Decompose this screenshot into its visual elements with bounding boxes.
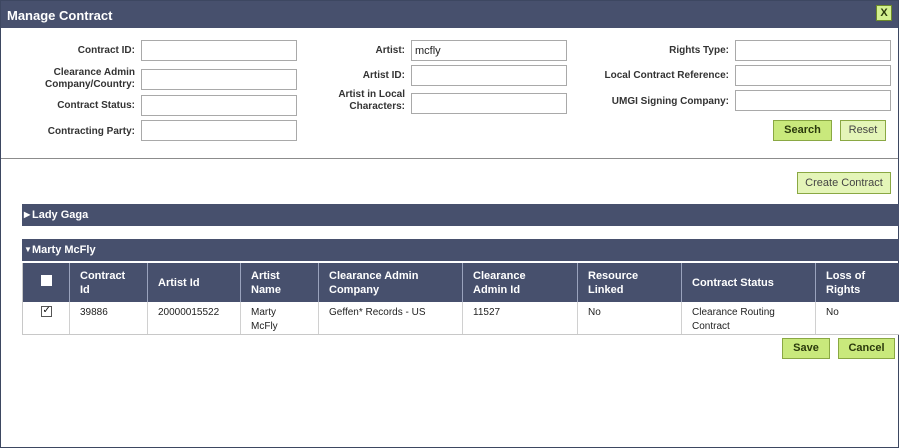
contracting-party-label: Contracting Party:	[47, 126, 135, 137]
contract-id-label: Contract ID:	[77, 45, 135, 56]
rights-type-label: Rights Type:	[669, 45, 729, 56]
cell-clearance-admin-id: 11527	[462, 302, 578, 335]
row-select-cell: ✓	[22, 302, 70, 335]
cell-clearance-admin-company: Geffen* Records - US	[318, 302, 463, 335]
cell-artist-name: Marty McFly	[240, 302, 319, 335]
artist-local-label-line1: Artist in Local	[338, 89, 405, 100]
contract-status-label: Contract Status:	[57, 100, 135, 111]
clearance-admin-label-line2: Company/Country:	[45, 79, 135, 90]
cell-artist-id: 20000015522	[147, 302, 241, 335]
dialog-titlebar: Manage Contract X	[1, 1, 898, 28]
checkmark-icon: ✓	[42, 305, 51, 316]
umgi-signing-input[interactable]	[735, 90, 891, 111]
reset-button[interactable]: Reset	[840, 120, 886, 141]
caret-right-icon: ▶	[24, 210, 31, 219]
artist-group-lady-gaga[interactable]: ▶ Lady Gaga	[22, 204, 899, 226]
umgi-signing-label: UMGI Signing Company:	[611, 96, 729, 107]
cell-resource-linked: No	[577, 302, 682, 335]
cell-contract-id: 39886	[69, 302, 148, 335]
cell-loss-of-rights: No	[815, 302, 899, 335]
cancel-button[interactable]: Cancel	[838, 338, 895, 359]
clearance-admin-label-line1: Clearance Admin	[53, 67, 135, 78]
column-header-artist-id[interactable]: Artist Id	[147, 263, 241, 302]
save-button[interactable]: Save	[782, 338, 830, 359]
artist-local-input[interactable]	[411, 93, 567, 114]
column-header-contract-status[interactable]: Contract Status	[681, 263, 816, 302]
column-header-resource-linked[interactable]: Resource Linked	[577, 263, 682, 302]
artist-id-input[interactable]	[411, 65, 567, 86]
close-button[interactable]: X	[876, 5, 892, 21]
contracts-table: Contract Id Artist Id Artist Name Clearanc…	[22, 263, 899, 335]
rights-type-input[interactable]	[735, 40, 891, 61]
manage-contract-dialog: Manage Contract X Contract ID: Clearance…	[0, 0, 899, 448]
form-divider	[1, 158, 898, 159]
contract-id-input[interactable]	[141, 40, 297, 61]
local-contract-ref-input[interactable]	[735, 65, 891, 86]
select-all-header	[22, 263, 70, 302]
contracting-party-input[interactable]	[141, 120, 297, 141]
artist-local-label: Artist in Local Characters:	[311, 89, 405, 113]
local-contract-ref-label: Local Contract Reference:	[604, 70, 729, 81]
column-header-clearance-admin-company[interactable]: Clearance Admin Company	[318, 263, 463, 302]
select-all-checkbox[interactable]	[40, 275, 52, 286]
column-header-contract-id[interactable]: Contract Id	[69, 263, 148, 302]
clearance-admin-label: Clearance Admin Company/Country:	[21, 67, 135, 91]
artist-id-label: Artist ID:	[362, 70, 405, 81]
artist-group-name: Marty McFly	[32, 244, 96, 256]
column-header-clearance-admin-id[interactable]: Clearance Admin Id	[462, 263, 578, 302]
artist-label: Artist:	[375, 45, 405, 56]
table-header-row: Contract Id Artist Id Artist Name Clearanc…	[22, 263, 899, 302]
table-row[interactable]: ✓ 39886 20000015522 Marty McFly Geffen* R…	[22, 302, 899, 335]
cell-contract-status: Clearance Routing Contract	[681, 302, 816, 335]
caret-down-icon: ▼	[24, 245, 32, 254]
contract-status-input[interactable]	[141, 95, 297, 116]
column-header-artist-name[interactable]: Artist Name	[240, 263, 319, 302]
search-button[interactable]: Search	[773, 120, 832, 141]
artist-input[interactable]	[411, 40, 567, 61]
artist-local-label-line2: Characters:	[349, 101, 405, 112]
create-contract-button[interactable]: Create Contract	[797, 172, 891, 194]
column-header-loss-of-rights[interactable]: Loss of Rights	[815, 263, 899, 302]
clearance-admin-input[interactable]	[141, 69, 297, 90]
dialog-title: Manage Contract	[7, 8, 113, 23]
artist-group-name: Lady Gaga	[32, 209, 89, 221]
row-checkbox[interactable]: ✓	[40, 305, 52, 317]
artist-group-marty-mcfly[interactable]: ▼ Marty McFly	[22, 239, 899, 261]
